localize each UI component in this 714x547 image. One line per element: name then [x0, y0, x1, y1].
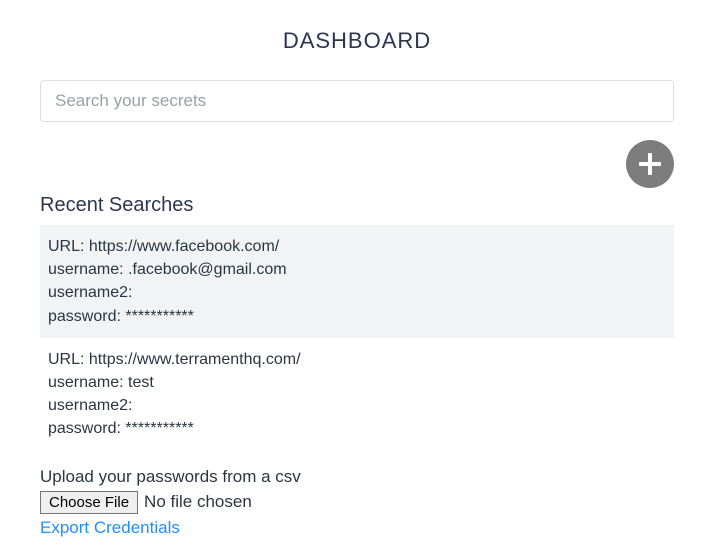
credential-entry[interactable]: URL: https://www.facebook.com/ username:… [40, 225, 674, 338]
search-container [40, 80, 674, 122]
entry-password: password: *********** [48, 305, 666, 328]
file-row: Choose File No file chosen [40, 491, 674, 514]
entry-username2: username2: [48, 281, 666, 304]
upload-label: Upload your passwords from a csv [40, 467, 674, 487]
entry-password: password: *********** [48, 417, 666, 440]
credential-entry[interactable]: URL: https://www.terramenthq.com/ userna… [40, 338, 674, 451]
search-input[interactable] [40, 80, 674, 122]
upload-section: Upload your passwords from a csv Choose … [40, 467, 674, 538]
plus-icon [636, 150, 664, 178]
recent-searches-title: Recent Searches [40, 194, 674, 217]
entry-url: URL: https://www.facebook.com/ [48, 235, 666, 258]
export-credentials-link[interactable]: Export Credentials [40, 518, 180, 538]
choose-file-button[interactable]: Choose File [40, 491, 138, 514]
add-button[interactable] [626, 140, 674, 188]
file-status: No file chosen [144, 492, 252, 512]
page-title: DASHBOARD [40, 28, 674, 54]
entry-username: username: test [48, 371, 666, 394]
entry-username: username: .facebook@gmail.com [48, 258, 666, 281]
add-row [40, 140, 674, 188]
entries-list: URL: https://www.facebook.com/ username:… [40, 225, 674, 451]
entry-url: URL: https://www.terramenthq.com/ [48, 348, 666, 371]
entry-username2: username2: [48, 394, 666, 417]
